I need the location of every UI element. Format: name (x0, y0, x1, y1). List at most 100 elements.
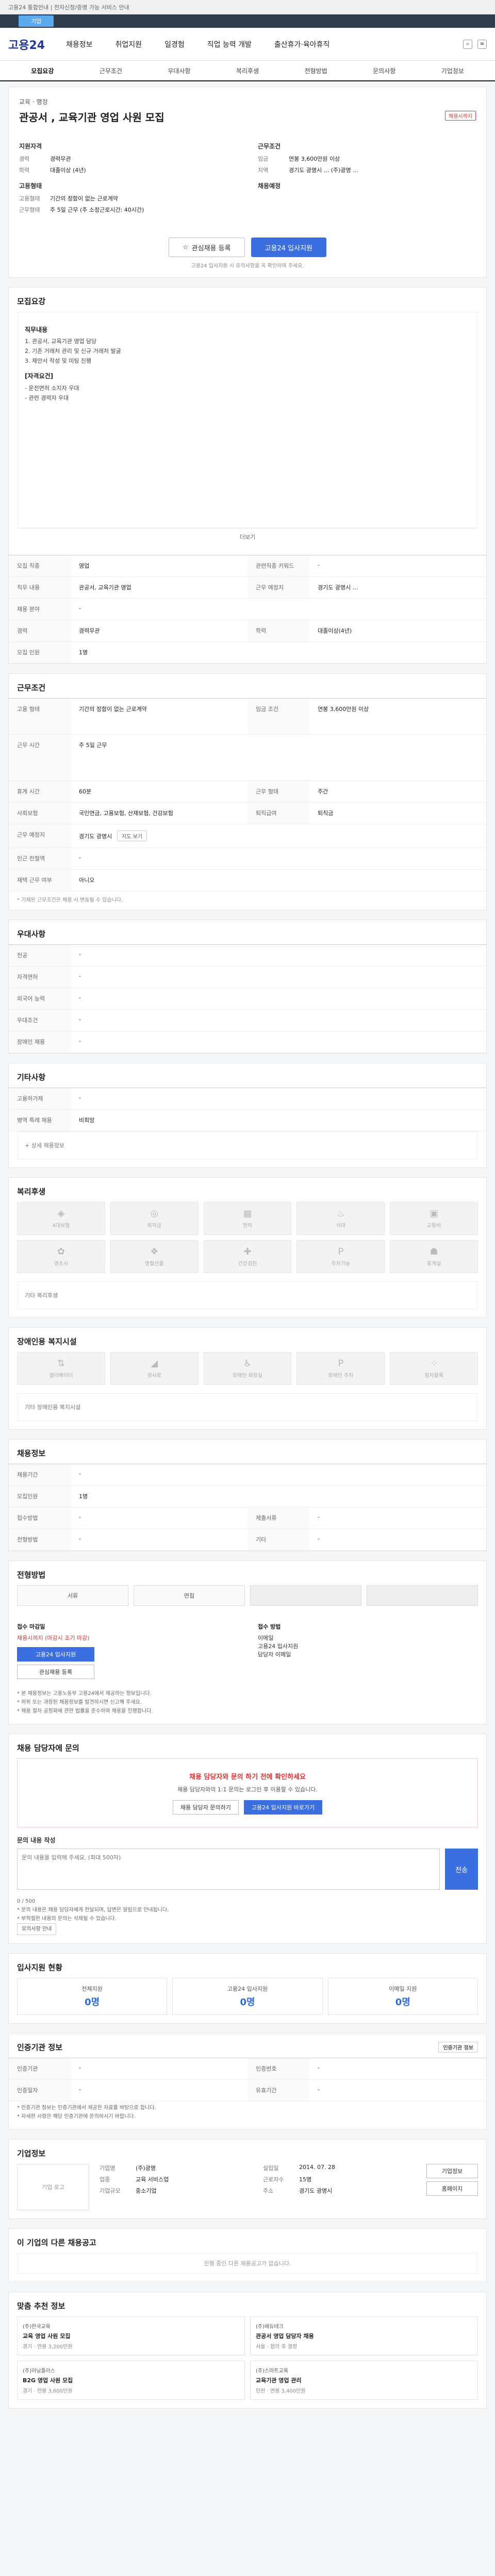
stats-title: 입사지원 현황 (17, 1963, 63, 1973)
disability-title: 장애인용 복지시설 (17, 1336, 77, 1346)
qualification-title: 지원자격 (19, 143, 42, 150)
parking-icon: P (338, 1246, 344, 1257)
company-card: 기업정보 기업 로고 기업명 (주)광명 업종 교육 서비스업 기업규모 중소기업 설… (8, 2139, 487, 2219)
qna-notice-chip[interactable]: 유의사항 안내 (17, 1923, 57, 1936)
inquiry-label: 문의 내용 작성 (17, 1837, 56, 1844)
kv-value: 대졸이상 (4년) (50, 167, 86, 174)
table-row: 고용 형태 기간의 정함이 없는 근로계약 임금 조건 연봉 3,600만원 이상 (9, 698, 486, 735)
table-row: 직무 내용 관공서, 교육기관 영업 근무 예정지 경기도 광명시 ... (9, 577, 486, 599)
qna-title: 채용 담당자에 문의 (17, 1743, 79, 1753)
recommend-item[interactable]: (주)스마트교육 교육기관 영업 관리 인천 · 연봉 3,400만원 (250, 2361, 478, 2400)
search-icon[interactable]: ⌕ (463, 39, 472, 49)
table-row: 재택 근무 여부 아니오 (9, 869, 486, 891)
map-button[interactable]: 지도 보기 (117, 830, 147, 841)
qna-notice: 채용 담당자와 문의 하기 전에 확인하세요 채용 담당자와의 1:1 문의는 … (17, 1758, 478, 1828)
kv-value: 주 5일 근무 (주 소정근로시간: 40시간) (50, 207, 144, 213)
band-pill[interactable]: 기업 (19, 15, 54, 27)
send-button[interactable]: 전송 (445, 1849, 478, 1890)
company-info-2: 설립일 2014. 07. 28 근로자수 15명 주소 경기도 광명시 (263, 2164, 335, 2195)
calendar-icon: ▦ (243, 1208, 252, 1219)
menu-icon[interactable]: ≡ (477, 39, 487, 49)
job-org: 교육 · 행정 (19, 98, 48, 106)
apply-button-2[interactable]: 고용24 입사지원 (17, 1647, 94, 1662)
welfare-item: ☗ 휴게실 (390, 1240, 478, 1273)
tab-welfare[interactable]: 복리후생 (213, 66, 282, 75)
present-icon: ❖ (150, 1246, 159, 1257)
tab-pref[interactable]: 우대사항 (145, 66, 213, 75)
tab-process[interactable]: 전형방법 (282, 66, 350, 75)
table-row: 전형방법 - 기타 - (9, 1529, 486, 1551)
tab-company[interactable]: 기업정보 (418, 66, 487, 75)
desc-line: 3. 제안서 작성 및 미팅 진행 (25, 357, 92, 364)
planned-title: 채용예정 (258, 182, 281, 190)
agency-button[interactable]: 인증기관 정보 (438, 2042, 478, 2053)
table-row: 자격면허 - (9, 966, 486, 988)
meal-icon: ♨ (336, 1208, 345, 1219)
job-title: 관공서 , 교육기관 영업 사원 모집 (19, 111, 164, 124)
kv-value: 기간의 정함이 없는 근로계약 (50, 195, 118, 202)
nav-item[interactable]: 취업지원 (104, 39, 154, 49)
section-tabs: 모집요강 근무조건 우대사항 복리후생 전형방법 문의사항 기업정보 (0, 61, 495, 81)
homepage-button[interactable]: 홈페이지 (426, 2181, 478, 2196)
nav-item[interactable]: 출산휴가·육아휴직 (263, 39, 341, 49)
welfare-item: ▦ 연차 (203, 1201, 292, 1235)
tab-qna[interactable]: 문의사항 (350, 66, 419, 75)
more-button[interactable]: 더보기 (17, 528, 478, 547)
work-title: 근무조건 (17, 683, 46, 692)
recommend-item[interactable]: (주)한국교육 교육 영업 사원 모집 경기 · 연봉 3,200만원 (17, 2316, 245, 2356)
site-logo[interactable]: 고용24 (8, 36, 55, 53)
main-nav: 채용정보 취업지원 일경험 직업 능력 개발 출산휴가·육아휴직 (55, 39, 463, 49)
kv-key: 학력 (19, 167, 30, 174)
table-row: 경력 경력무관 학력 대졸이상(4년) (9, 620, 486, 642)
recommend-card: 맞춤 추천 정보 (주)한국교육 교육 영업 사원 모집 경기 · 연봉 3,200… (8, 2292, 487, 2409)
agency-card: 인증기관 정보 인증기관 정보 인증기관 - 인증번호 - 인증일자 - 유효기간 - * 인… (8, 2033, 487, 2130)
star-icon: ☆ (183, 243, 189, 251)
coin-icon: ◎ (150, 1208, 159, 1219)
process-title: 전형방법 (17, 1570, 46, 1580)
table-row: 전공 - (9, 944, 486, 967)
welfare-item: ◈ 4대보험 (17, 1201, 105, 1235)
recommend-item[interactable]: (주)에듀테크 관공서 영업 담당자 채용 서울 · 협의 후 결정 (250, 2316, 478, 2356)
welfare-grid: ◈ 4대보험 ◎ 퇴직금 ▦ 연차 ♨ 식대 ▣ 교통비 ✿ 경조사 ❖ 명절선물 ✚ 건강검진… (9, 1201, 486, 1281)
nav-item[interactable]: 일경험 (153, 39, 196, 49)
recommend-grid: (주)한국교육 교육 영업 사원 모집 경기 · 연봉 3,200만원 (주)에듀테… (9, 2316, 486, 2408)
inquiry-textarea[interactable] (17, 1849, 440, 1890)
welfare-item: ♨ 식대 (296, 1201, 385, 1235)
company-logo: 기업 로고 (17, 2164, 89, 2211)
agency-title: 인증기관 정보 (17, 2043, 63, 2053)
etc-card: 기타사항 고용허가제 - 병역 특례 채용 비희망 + 상세 채용정보 (8, 1062, 487, 1168)
tab-recruit[interactable]: 모집요강 (8, 66, 77, 75)
table-row: 휴게 시간 60분 근무 형태 주간 (9, 781, 486, 803)
welfare-item: ❖ 명절선물 (110, 1240, 199, 1273)
nav-item[interactable]: 채용정보 (55, 39, 104, 49)
work-table: 고용 형태 기간의 정함이 없는 근로계약 임금 조건 연봉 3,600만원 이상 근… (9, 698, 486, 891)
qna-apply-button[interactable]: 고용24 입사지원 바로가기 (243, 1800, 323, 1815)
ramp-icon: ◢ (151, 1358, 158, 1369)
welfare-item: ✚ 건강검진 (203, 1240, 292, 1273)
nav-item[interactable]: 직업 능력 개발 (196, 39, 263, 49)
gift-icon: ✿ (57, 1246, 65, 1257)
table-row: 근무 예정지 경기도 광명시 지도 보기 (9, 824, 486, 848)
detail-info-link[interactable]: + 상세 채용정보 (17, 1131, 478, 1159)
work-cond-title: 근무조건 (258, 143, 281, 150)
apply-button[interactable]: 고용24 입사지원 (251, 238, 326, 257)
table-row: 채용 분야 - (9, 598, 486, 620)
parking-icon: P (338, 1358, 344, 1369)
company-info-button[interactable]: 기업정보 (426, 2164, 478, 2179)
table-row: 우대조건 - (9, 1009, 486, 1031)
bookmark-label: 관심채용 등록 (191, 244, 231, 252)
tab-work[interactable]: 근무조건 (77, 66, 145, 75)
table-row: 채용기간 - (9, 1464, 486, 1486)
recommend-item[interactable]: (주)러닝플러스 B2G 영업 사원 모집 경기 · 연봉 3,600만원 (17, 2361, 245, 2400)
others-empty: 진행 중인 다른 채용공고가 없습니다. (17, 2253, 478, 2274)
bookmark-button-2[interactable]: 관심채용 등록 (17, 1664, 94, 1679)
apply-info: 접수 마감일 채용시까지 (마감시 조기 마감) 고용24 입사지원 관심채용 … (9, 1614, 486, 1687)
process-card: 전형방법 서류 면접 접수 마감일 채용시까지 (마감시 조기 마감) 고용24… (8, 1560, 487, 1724)
restroom-icon: ♿ (243, 1358, 252, 1369)
welfare-item: ◎ 퇴직금 (110, 1201, 199, 1235)
bookmark-button[interactable]: ☆ 관심채용 등록 (169, 238, 245, 257)
qna-ask-button[interactable]: 채용 담당자 문의하기 (172, 1800, 239, 1815)
welfare-item: P 주차가능 (296, 1240, 385, 1273)
etc-title: 기타사항 (17, 1072, 46, 1082)
stat-box: 전체지원 0명 (17, 1978, 168, 2015)
